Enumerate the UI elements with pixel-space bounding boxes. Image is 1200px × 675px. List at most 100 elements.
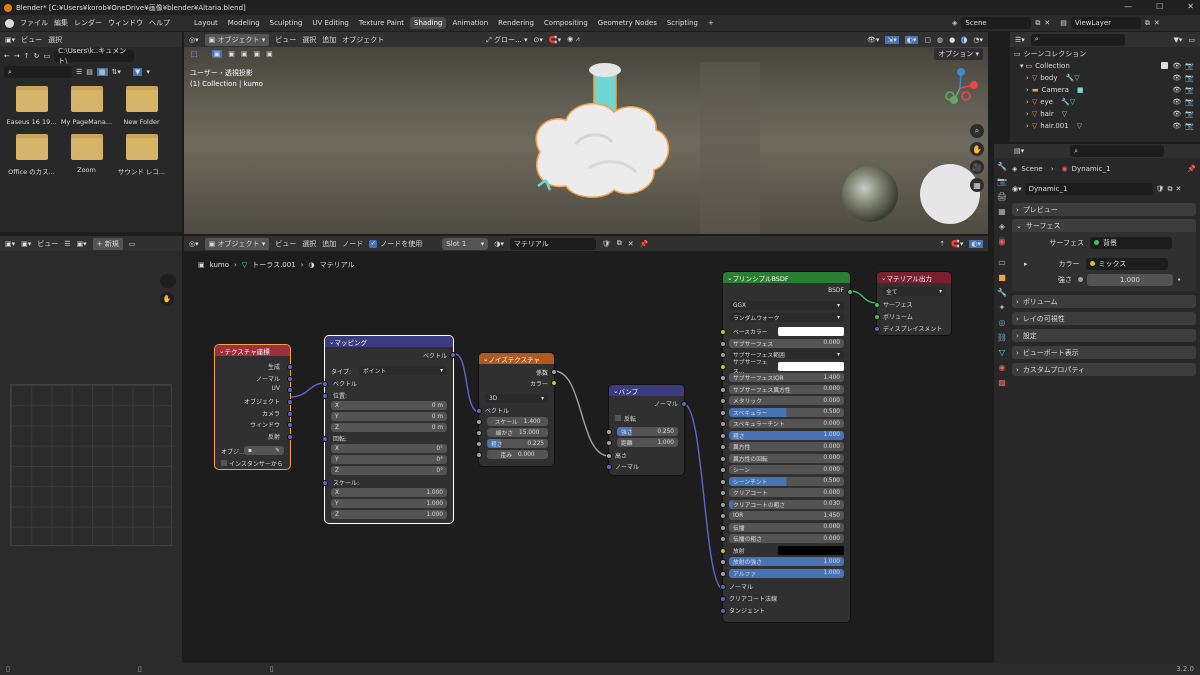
object-tab-icon[interactable]: ■ xyxy=(998,273,1006,282)
loc-y-field[interactable]: Y 0 m xyxy=(331,412,447,421)
noise-detail-field[interactable]: 細かさ 15.000 xyxy=(487,428,548,437)
tree-item-hair001[interactable]: › ▽ hair.001 ▽ 👁 📷 xyxy=(1010,120,1200,132)
socket[interactable] xyxy=(720,596,726,602)
view-object-types-icon[interactable]: 👁▾ xyxy=(867,36,879,44)
bsdf-input-field[interactable]: IOR 1.450 xyxy=(729,511,844,520)
socket[interactable] xyxy=(476,430,482,436)
node-principled-bsdf[interactable]: ⌄ プリンシプルBSDF BSDF GGX ▾ ランダムウォーク ▾ ベースカラーサ… xyxy=(720,272,853,622)
particles-tab-icon[interactable]: ✦ xyxy=(999,303,1006,312)
surface-shader-field[interactable]: 背景 xyxy=(1090,236,1172,249)
socket[interactable] xyxy=(720,455,726,462)
socket[interactable] xyxy=(606,440,612,446)
node-material-output[interactable]: ⌄ マテリアル出力 全て ▾ サーフェス ボリューム ディスプレイスメント xyxy=(874,272,951,335)
xray-icon[interactable]: ▢ xyxy=(924,36,931,44)
camera-icon[interactable]: 📷 xyxy=(1185,98,1194,106)
tab-texture-paint[interactable]: Texture Paint xyxy=(355,17,408,29)
node-noise-texture[interactable]: ⌄ ノイズテクスチャ 係数 カラー 3D ▾ ベクトル スケール 1.400 細かさ… xyxy=(476,353,557,466)
color-input-field[interactable]: ミックス xyxy=(1085,257,1168,270)
shading-wire-icon[interactable]: ◍ xyxy=(937,36,943,44)
folder-item[interactable]: New Folder xyxy=(114,86,169,126)
world-name-field[interactable]: Dynamic_1 xyxy=(1024,183,1153,195)
socket[interactable] xyxy=(476,419,482,425)
shading-render-icon[interactable]: ◔▾ xyxy=(973,36,983,44)
render-tab-icon[interactable]: 📷 xyxy=(997,177,1007,186)
fb-select-menu[interactable]: 選択 xyxy=(48,35,62,45)
editor-type-icon[interactable]: ☰▾ xyxy=(1015,36,1025,44)
tab-modeling[interactable]: Modeling xyxy=(224,17,264,29)
bsdf-input-field[interactable]: メタリック 0.000 xyxy=(729,396,844,405)
bsdf-input-field[interactable]: 異方性の回転 0.000 xyxy=(729,453,844,463)
filter-dropdown-icon[interactable]: ▾ xyxy=(146,68,150,76)
node-editor[interactable]: ◎▾ ▣ オブジェクト ▾ ビュー 選択 追加 ノード ✓ ノードを使用 Slot… xyxy=(162,236,988,663)
object-field[interactable]: ▪ ✎ xyxy=(244,446,284,455)
editor-type-icon[interactable]: ▤▾ xyxy=(1014,147,1024,155)
tab-geometry-nodes[interactable]: Geometry Nodes xyxy=(594,17,661,29)
bump-distance-field[interactable]: 距離 1.000 xyxy=(617,438,678,447)
bsdf-input-field[interactable]: シーンチント 0.500 xyxy=(729,476,844,486)
hamburger-icon[interactable]: ☰ xyxy=(64,240,70,248)
rot-z-field[interactable]: Z 0° xyxy=(331,466,447,475)
new-image-button[interactable]: + 新規 xyxy=(92,237,123,250)
eye-icon[interactable]: 👁 xyxy=(1172,74,1181,82)
tab-layout[interactable]: Layout xyxy=(190,17,222,29)
panel-surface[interactable]: ⌄ サーフェス サーフェス 背景 ▸ カラー ミックス 強さ 1.000 • xyxy=(1012,219,1196,291)
material-tab-icon[interactable]: ◉ xyxy=(999,363,1006,372)
outliner-search[interactable]: ⌕ xyxy=(1030,33,1125,46)
bsdf-input-field[interactable]: 粗さ 1.000 xyxy=(729,430,844,440)
remove-viewlayer-icon[interactable]: ✕ xyxy=(1154,19,1160,27)
tool-tab-icon[interactable]: 🔧 xyxy=(997,162,1007,171)
pan-hand-icon[interactable]: ✋ xyxy=(160,292,174,306)
add-workspace-icon[interactable]: + xyxy=(704,17,718,29)
socket[interactable] xyxy=(476,452,482,458)
folder-item[interactable]: サウンド レコ... xyxy=(114,134,169,176)
pivot-icon[interactable]: ⊙▾ xyxy=(533,36,542,44)
modifier-tab-icon[interactable]: 🔧 xyxy=(997,288,1007,297)
menu-file[interactable]: ファイル xyxy=(20,18,48,28)
bsdf-input-field[interactable]: アルファ 1.000 xyxy=(729,568,844,578)
new-collection-icon[interactable]: ▭ xyxy=(1188,36,1195,44)
socket[interactable] xyxy=(720,421,726,427)
bsdf-input-field[interactable]: サブサーフェス異方性 0.000 xyxy=(729,384,844,394)
filter-icon[interactable]: ▼ xyxy=(132,68,143,76)
detail-view-icon[interactable]: ▤ xyxy=(86,68,93,76)
color-swatch[interactable] xyxy=(778,327,844,336)
panel-ray-visibility[interactable]: › レイの可視性 xyxy=(1012,312,1196,325)
socket[interactable] xyxy=(874,302,880,308)
overlay-icon[interactable]: ◐▾ xyxy=(904,35,919,44)
scene-tab-icon[interactable]: ◈ xyxy=(999,222,1005,231)
socket[interactable] xyxy=(551,380,557,386)
eye-icon[interactable]: 👁 xyxy=(1172,62,1181,70)
socket[interactable] xyxy=(606,429,612,435)
socket[interactable] xyxy=(720,340,726,347)
socket[interactable] xyxy=(287,434,293,440)
blender-menu-icon[interactable] xyxy=(5,18,14,28)
socket[interactable] xyxy=(720,584,726,590)
bsdf-input-field[interactable]: サブサーフェス... xyxy=(729,360,844,375)
socket[interactable] xyxy=(720,524,726,531)
image-grid[interactable] xyxy=(10,384,172,546)
vp-menu-select[interactable]: 選択 xyxy=(302,35,316,45)
vp-menu-view[interactable]: ビュー xyxy=(275,35,296,45)
bsdf-input-field[interactable]: 伝播の粗さ 0.000 xyxy=(729,534,844,543)
menu-window[interactable]: ウィンドウ xyxy=(108,18,143,28)
proportional-icon[interactable]: ◉ ⩘ xyxy=(567,35,579,44)
maximize-button[interactable]: ☐ xyxy=(1156,2,1163,11)
checkbox-icon[interactable] xyxy=(1161,62,1169,69)
menu-render[interactable]: レンダー xyxy=(74,18,102,28)
socket[interactable] xyxy=(720,536,726,542)
socket[interactable] xyxy=(476,408,482,414)
bsdf-input-field[interactable]: サブサーフェスIOR 1.400 xyxy=(729,373,844,382)
socket[interactable] xyxy=(720,398,726,404)
view-layer-tab-icon[interactable]: ▦ xyxy=(998,207,1006,216)
noise-roughness-field[interactable]: 粗さ 0.225 xyxy=(487,439,548,448)
distribution-dropdown[interactable]: GGX ▾ xyxy=(729,301,844,310)
rot-x-field[interactable]: X 0° xyxy=(331,444,447,453)
socket[interactable] xyxy=(720,490,726,496)
socket[interactable] xyxy=(681,401,687,407)
socket[interactable] xyxy=(720,501,726,508)
dimension-dropdown[interactable]: 3D ▾ xyxy=(485,394,548,403)
select-invert-icon[interactable]: ▣ xyxy=(254,50,261,58)
fake-user-icon[interactable]: 🛡 xyxy=(1156,185,1165,193)
node-mapping[interactable]: ⌄ マッピング ベクトル タイプ: ポイント ▾ ベクトル 位置: X0 m Y0… xyxy=(322,336,456,523)
image-mode-icon[interactable]: ▣▾ xyxy=(21,240,31,248)
